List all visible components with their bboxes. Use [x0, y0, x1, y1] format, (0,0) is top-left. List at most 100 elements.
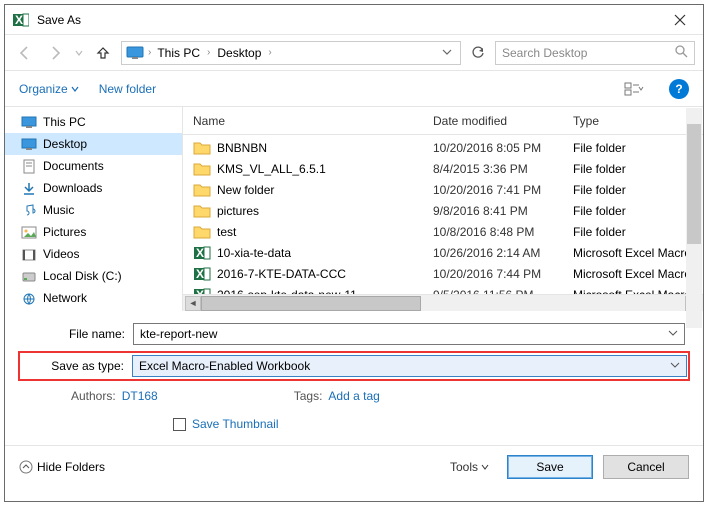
- thumbnail-row: Save Thumbnail: [23, 411, 685, 437]
- save-label: Save: [536, 460, 563, 474]
- breadcrumb-desktop[interactable]: Desktop: [215, 44, 263, 62]
- help-button[interactable]: ?: [669, 79, 689, 99]
- sidebar-item-music[interactable]: Music: [5, 199, 182, 221]
- forward-button[interactable]: [43, 41, 67, 65]
- folder-tree[interactable]: This PC Desktop Documents DownloadsMusic Pic…: [5, 107, 183, 311]
- sidebar-item-documents[interactable]: Documents: [5, 155, 182, 177]
- search-input[interactable]: [502, 46, 671, 60]
- file-date: 9/8/2016 8:41 PM: [433, 204, 573, 218]
- sidebar-item-pictures[interactable]: Pictures: [5, 221, 182, 243]
- scroll-left-icon[interactable]: ◄: [185, 296, 201, 311]
- svg-text:X: X: [196, 267, 204, 281]
- file-name-input[interactable]: [140, 327, 668, 341]
- address-dropdown-icon[interactable]: [438, 46, 456, 60]
- save-type-label: Save as type:: [21, 359, 132, 373]
- save-type-dropdown-icon[interactable]: [670, 359, 680, 373]
- meta-row: Authors: DT168 Tags: Add a tag: [23, 385, 685, 407]
- vertical-scrollbar[interactable]: [686, 108, 702, 328]
- hide-folders-button[interactable]: Hide Folders: [19, 460, 105, 474]
- file-row[interactable]: X2016-7-KTE-DATA-CCC10/20/2016 7:44 PMMi…: [183, 263, 703, 284]
- refresh-button[interactable]: [467, 42, 489, 64]
- col-date[interactable]: Date modified: [433, 114, 573, 128]
- doc-icon: [21, 159, 37, 173]
- folder-icon: [193, 224, 211, 240]
- search-icon: [675, 45, 688, 61]
- horizontal-scrollbar[interactable]: ◄ ►: [183, 294, 703, 311]
- file-type: File folder: [573, 225, 703, 239]
- tools-menu[interactable]: Tools: [450, 460, 497, 474]
- file-name: test: [217, 225, 433, 239]
- footer: Hide Folders Tools Save Cancel: [5, 445, 703, 487]
- file-name: BNBNBN: [217, 141, 433, 155]
- dialog-title: Save As: [37, 13, 659, 27]
- file-date: 10/8/2016 8:48 PM: [433, 225, 573, 239]
- file-date: 10/26/2016 2:14 AM: [433, 246, 573, 260]
- breadcrumb-this-pc[interactable]: This PC: [155, 44, 202, 62]
- file-date: 10/20/2016 8:05 PM: [433, 141, 573, 155]
- search-box[interactable]: [495, 41, 695, 65]
- xlsm-icon: X: [193, 245, 211, 261]
- file-row[interactable]: KMS_VL_ALL_6.5.18/4/2015 3:36 PMFile fol…: [183, 158, 703, 179]
- sidebar-item-this-pc[interactable]: This PC: [5, 111, 182, 133]
- new-folder-button[interactable]: New folder: [99, 82, 156, 96]
- titlebar: X Save As: [5, 5, 703, 35]
- file-row[interactable]: test10/8/2016 8:48 PMFile folder: [183, 221, 703, 242]
- file-name: pictures: [217, 204, 433, 218]
- file-row[interactable]: pictures9/8/2016 8:41 PMFile folder: [183, 200, 703, 221]
- file-name-dropdown-icon[interactable]: [668, 327, 678, 341]
- nav-row: › This PC › Desktop ›: [5, 35, 703, 71]
- vscroll-thumb[interactable]: [687, 124, 701, 244]
- sidebar-item-network[interactable]: Network: [5, 287, 182, 309]
- up-button[interactable]: [91, 41, 115, 65]
- chevron-up-icon: [19, 460, 33, 474]
- tree-label: Pictures: [43, 225, 86, 239]
- cancel-label: Cancel: [627, 460, 664, 474]
- file-name-field[interactable]: [133, 323, 685, 345]
- organize-menu[interactable]: Organize: [19, 82, 79, 96]
- net-icon: [21, 291, 37, 305]
- breadcrumb: This PC › Desktop ›: [155, 44, 274, 62]
- close-button[interactable]: [659, 6, 701, 34]
- vid-icon: [21, 247, 37, 261]
- col-type[interactable]: Type: [573, 114, 703, 128]
- col-name[interactable]: Name: [193, 114, 433, 128]
- tags-value[interactable]: Add a tag: [328, 389, 379, 403]
- tree-label: This PC: [43, 115, 86, 129]
- pc-icon: [126, 46, 144, 60]
- tree-label: Documents: [43, 159, 104, 173]
- chevron-down-icon: [71, 85, 79, 93]
- sidebar-item-downloads[interactable]: Downloads: [5, 177, 182, 199]
- file-name: New folder: [217, 183, 433, 197]
- file-row[interactable]: BNBNBN10/20/2016 8:05 PMFile folder: [183, 137, 703, 158]
- down-icon: [21, 181, 37, 195]
- file-type: File folder: [573, 162, 703, 176]
- file-row[interactable]: X10-xia-te-data10/26/2016 2:14 AMMicroso…: [183, 242, 703, 263]
- file-row[interactable]: X2016-sep-kte-data-new-119/5/2016 11:56 …: [183, 284, 703, 294]
- cancel-button[interactable]: Cancel: [603, 455, 689, 479]
- authors-label: Authors:: [71, 389, 116, 403]
- file-list: Name Date modified Type BNBNBN10/20/2016…: [183, 107, 703, 311]
- authors-value[interactable]: DT168: [122, 389, 158, 403]
- address-bar[interactable]: › This PC › Desktop ›: [121, 41, 461, 65]
- file-type: File folder: [573, 141, 703, 155]
- scrollbar-thumb[interactable]: [201, 296, 421, 311]
- save-thumbnail-checkbox[interactable]: [173, 418, 186, 431]
- save-form: File name: Save as type: Excel Macro-Ena…: [5, 311, 703, 445]
- sidebar-item-videos[interactable]: Videos: [5, 243, 182, 265]
- file-name: KMS_VL_ALL_6.5.1: [217, 162, 433, 176]
- file-rows[interactable]: BNBNBN10/20/2016 8:05 PMFile folderKMS_V…: [183, 135, 703, 294]
- back-button[interactable]: [13, 41, 37, 65]
- svg-text:X: X: [196, 246, 204, 260]
- breadcrumb-sep-icon: ›: [265, 47, 274, 58]
- sidebar-item-local-disk-c-[interactable]: Local Disk (C:): [5, 265, 182, 287]
- file-row[interactable]: New folder10/20/2016 7:41 PMFile folder: [183, 179, 703, 200]
- music-icon: [21, 203, 37, 217]
- save-type-field[interactable]: Excel Macro-Enabled Workbook: [132, 355, 687, 377]
- view-mode-button[interactable]: [619, 78, 649, 100]
- tools-label: Tools: [450, 460, 478, 474]
- save-button[interactable]: Save: [507, 455, 593, 479]
- recent-dropdown-icon[interactable]: [73, 41, 85, 65]
- folder-icon: [193, 203, 211, 219]
- folder-icon: [193, 182, 211, 198]
- sidebar-item-desktop[interactable]: Desktop: [5, 133, 182, 155]
